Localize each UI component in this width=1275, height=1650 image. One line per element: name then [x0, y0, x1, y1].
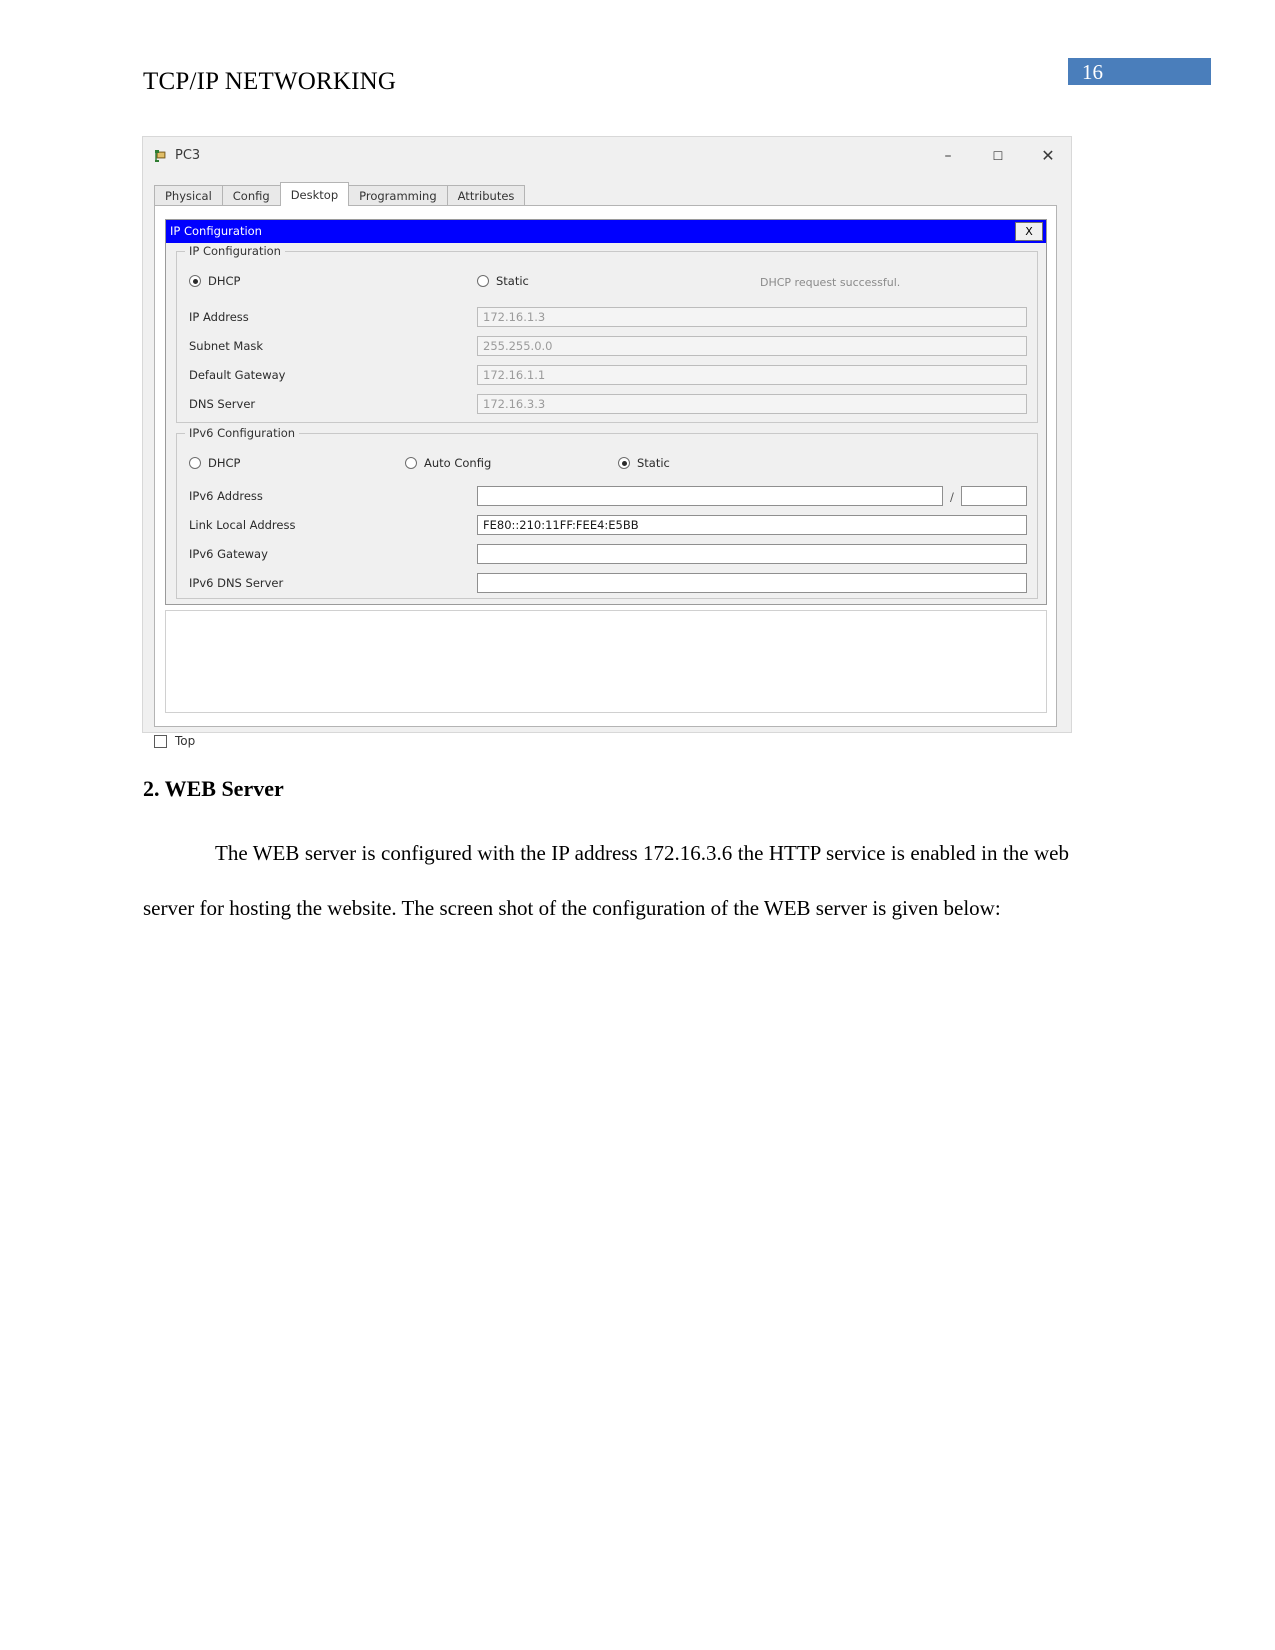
section-heading-web-server: 2. WEB Server: [143, 776, 284, 801]
tab-programming[interactable]: Programming: [348, 185, 448, 206]
label-ipv6-gateway: IPv6 Gateway: [189, 547, 268, 561]
input-link-local-address[interactable]: FE80::210:11FF:FEE4:E5BB: [477, 515, 1027, 535]
field-row-dns-server: DNS Server 172.16.3.3: [177, 394, 1037, 416]
radio-dot-icon: [618, 457, 630, 469]
radio-ipv6-auto-config-label: Auto Config: [424, 456, 492, 470]
device-tab-bar: Physical Config Desktop Programming Attr…: [154, 182, 526, 206]
radio-dot-icon: [189, 457, 201, 469]
radio-ipv4-dhcp[interactable]: DHCP: [189, 274, 240, 288]
tab-attributes[interactable]: Attributes: [446, 185, 526, 206]
radio-ipv4-dhcp-label: DHCP: [208, 274, 241, 288]
ipv6-group-legend: IPv6 Configuration: [185, 426, 300, 440]
input-ipv6-dns-server[interactable]: [477, 573, 1027, 593]
input-ip-address[interactable]: 172.16.1.3: [477, 307, 1027, 327]
radio-ipv4-static[interactable]: Static: [477, 274, 529, 288]
ipv4-group-legend: IP Configuration: [185, 244, 285, 258]
maximize-icon[interactable]: ☐: [983, 143, 1013, 169]
close-icon[interactable]: ✕: [1033, 143, 1063, 169]
field-row-ipv6-address: IPv6 Address /: [177, 486, 1037, 508]
label-ip-address: IP Address: [189, 310, 249, 324]
page-number-text: 16: [1082, 60, 1103, 84]
radio-dot-icon: [189, 275, 201, 287]
dhcp-status-text: DHCP request successful.: [760, 276, 901, 289]
ipv6-configuration-group: IPv6 Configuration DHCP Auto Config Stat…: [176, 426, 1038, 599]
ipv6-mode-radio-group: DHCP Auto Config Static: [177, 456, 1037, 474]
radio-dot-icon: [477, 275, 489, 287]
desktop-panel: IP Configuration X IP Configuration DHCP: [154, 205, 1057, 727]
radio-ipv6-static[interactable]: Static: [618, 456, 670, 470]
document-header: TCP/IP NETWORKING 16: [0, 0, 1275, 120]
top-checkbox-row[interactable]: Top: [154, 734, 195, 748]
minimize-icon[interactable]: –: [933, 143, 963, 169]
radio-ipv4-static-label: Static: [496, 274, 529, 288]
ipv4-mode-radio-group: DHCP Static DHCP request successful.: [177, 274, 1037, 292]
label-link-local-address: Link Local Address: [189, 518, 296, 532]
field-row-link-local-address: Link Local Address FE80::210:11FF:FEE4:E…: [177, 515, 1037, 537]
input-default-gateway[interactable]: 172.16.1.1: [477, 365, 1027, 385]
label-dns-server: DNS Server: [189, 397, 256, 411]
ip-configuration-close-button[interactable]: X: [1015, 222, 1043, 241]
ip-configuration-title: IP Configuration: [170, 224, 262, 238]
label-ipv6-address: IPv6 Address: [189, 489, 263, 503]
checkbox-top-icon[interactable]: [154, 734, 167, 748]
section-paragraph: The WEB server is configured with the IP…: [143, 841, 1069, 920]
field-row-ipv6-dns-server: IPv6 DNS Server: [177, 573, 1037, 595]
ipv4-configuration-group: IP Configuration DHCP Static DHCP reques…: [176, 244, 1038, 423]
desktop-empty-area: [165, 610, 1047, 713]
radio-ipv6-static-label: Static: [637, 456, 670, 470]
label-default-gateway: Default Gateway: [189, 368, 286, 382]
input-subnet-mask[interactable]: 255.255.0.0: [477, 336, 1027, 356]
field-row-default-gateway: Default Gateway 172.16.1.1: [177, 365, 1037, 387]
radio-ipv6-auto-config[interactable]: Auto Config: [405, 456, 491, 470]
pc-device-icon: [153, 148, 169, 164]
checkbox-top-label: Top: [175, 734, 196, 748]
tab-physical[interactable]: Physical: [154, 185, 223, 206]
page-number-badge: 16: [1068, 58, 1211, 85]
input-ipv6-gateway[interactable]: [477, 544, 1027, 564]
field-row-subnet-mask: Subnet Mask 255.255.0.0: [177, 336, 1037, 358]
window-titlebar: PC3 – ☐ ✕: [143, 137, 1071, 177]
input-ipv6-address[interactable]: [477, 486, 943, 506]
tab-config[interactable]: Config: [221, 185, 281, 206]
ipv6-prefix-separator: /: [950, 490, 954, 504]
tab-desktop[interactable]: Desktop: [279, 182, 350, 206]
radio-ipv6-dhcp[interactable]: DHCP: [189, 456, 240, 470]
pc3-device-window: PC3 – ☐ ✕ Physical Config Desktop Progra…: [142, 136, 1072, 748]
ip-configuration-titlebar: IP Configuration X: [166, 220, 1046, 243]
ip-configuration-window: IP Configuration X IP Configuration DHCP: [165, 219, 1047, 605]
field-row-ip-address: IP Address 172.16.1.3: [177, 307, 1037, 329]
ip-configuration-body: IP Configuration DHCP Static DHCP reques…: [166, 243, 1046, 604]
input-ipv6-prefix-length[interactable]: [961, 486, 1027, 506]
input-dns-server[interactable]: 172.16.3.3: [477, 394, 1027, 414]
window-title: PC3: [175, 148, 201, 163]
radio-ipv6-dhcp-label: DHCP: [208, 456, 241, 470]
field-row-ipv6-gateway: IPv6 Gateway: [177, 544, 1037, 566]
radio-dot-icon: [405, 457, 417, 469]
label-ipv6-dns-server: IPv6 DNS Server: [189, 576, 284, 590]
label-subnet-mask: Subnet Mask: [189, 339, 264, 353]
page-title: TCP/IP NETWORKING: [143, 68, 397, 95]
